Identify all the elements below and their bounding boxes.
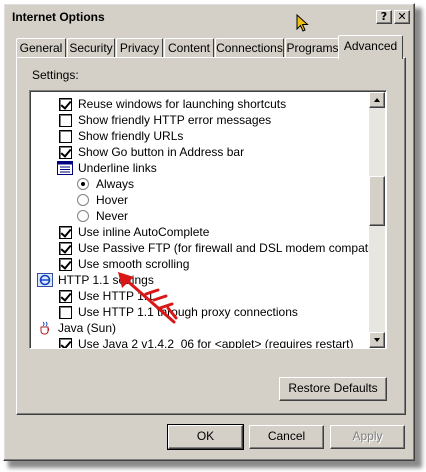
scroll-thumb[interactable] <box>369 176 385 226</box>
category-java-sun: Java (Sun) <box>37 320 116 336</box>
setting-inline-autocomplete[interactable]: Use inline AutoComplete <box>59 224 209 240</box>
radio-label: Hover <box>96 193 129 207</box>
setting-label: Show friendly HTTP error messages <box>78 113 272 127</box>
setting-label: Use Java 2 v1.4.2_06 for <applet> (requi… <box>78 337 354 348</box>
ok-button[interactable]: OK <box>167 424 244 450</box>
setting-label: Show Go button in Address bar <box>78 145 245 159</box>
setting-friendly-urls[interactable]: Show friendly URLs <box>59 128 183 144</box>
checkbox[interactable] <box>59 225 72 239</box>
setting-go-button[interactable]: Show Go button in Address bar <box>59 144 244 160</box>
checkbox[interactable] <box>59 289 72 303</box>
setting-label: Use Passive FTP (for firewall and DSL mo… <box>78 241 371 255</box>
java-cup-icon <box>40 321 50 335</box>
checkbox[interactable] <box>59 145 72 159</box>
checkbox[interactable] <box>59 257 72 271</box>
mouse-cursor-icon <box>296 14 309 32</box>
group-underline-links: Underline links <box>57 160 157 176</box>
radio-button[interactable] <box>77 194 89 206</box>
radio-hover[interactable]: Hover <box>77 192 128 208</box>
window-title: Internet Options <box>12 10 105 24</box>
ie-globe-icon <box>37 273 53 287</box>
tab-security[interactable]: Security <box>67 38 115 58</box>
cancel-button[interactable]: Cancel <box>249 425 324 449</box>
checkbox[interactable] <box>59 129 72 143</box>
red-arrow-annotation <box>118 272 178 324</box>
settings-list[interactable]: Reuse windows for launching shortcuts Sh… <box>29 90 387 349</box>
settings-label: Settings: <box>32 68 79 82</box>
radio-button[interactable] <box>77 210 89 222</box>
checkbox[interactable] <box>59 305 72 319</box>
setting-label: Show friendly URLs <box>78 129 184 143</box>
tab-privacy[interactable]: Privacy <box>116 38 163 58</box>
setting-reuse-windows[interactable]: Reuse windows for launching shortcuts <box>59 96 286 112</box>
tab-content[interactable]: Content <box>164 38 214 58</box>
tab-programs[interactable]: Programs <box>285 38 340 58</box>
tab-advanced[interactable]: Advanced <box>338 35 403 59</box>
vertical-scrollbar[interactable] <box>369 92 385 348</box>
restore-defaults-button[interactable]: Restore Defaults <box>279 377 387 401</box>
tab-connections[interactable]: Connections <box>215 38 284 58</box>
group-label: Underline links <box>78 161 157 175</box>
setting-label: Use inline AutoComplete <box>78 225 210 239</box>
tab-general[interactable]: General <box>16 38 66 58</box>
radio-label: Never <box>96 209 129 223</box>
list-icon <box>57 161 73 175</box>
scroll-up-button[interactable] <box>369 92 385 108</box>
category-label: Java (Sun) <box>58 321 117 335</box>
setting-friendly-http-errors[interactable]: Show friendly HTTP error messages <box>59 112 271 128</box>
radio-label: Always <box>96 177 135 191</box>
radio-never[interactable]: Never <box>77 208 128 224</box>
checkbox[interactable] <box>59 337 72 348</box>
setting-label: Reuse windows for launching shortcuts <box>78 97 287 111</box>
radio-always[interactable]: Always <box>77 176 134 192</box>
checkbox[interactable] <box>59 241 72 255</box>
scroll-down-button[interactable] <box>369 332 385 348</box>
checkbox[interactable] <box>59 97 72 111</box>
close-button[interactable]: ✕ <box>394 10 410 24</box>
settings-list-items: Reuse windows for launching shortcuts Sh… <box>31 92 371 348</box>
title-bar: Internet Options ? ✕ <box>6 6 412 28</box>
checkbox[interactable] <box>59 113 72 127</box>
apply-button[interactable]: Apply <box>330 425 405 449</box>
help-button[interactable]: ? <box>376 10 392 24</box>
radio-button[interactable] <box>77 178 89 190</box>
setting-use-java2[interactable]: Use Java 2 v1.4.2_06 for <applet> (requi… <box>59 336 353 348</box>
setting-passive-ftp[interactable]: Use Passive FTP (for firewall and DSL mo… <box>59 240 371 256</box>
